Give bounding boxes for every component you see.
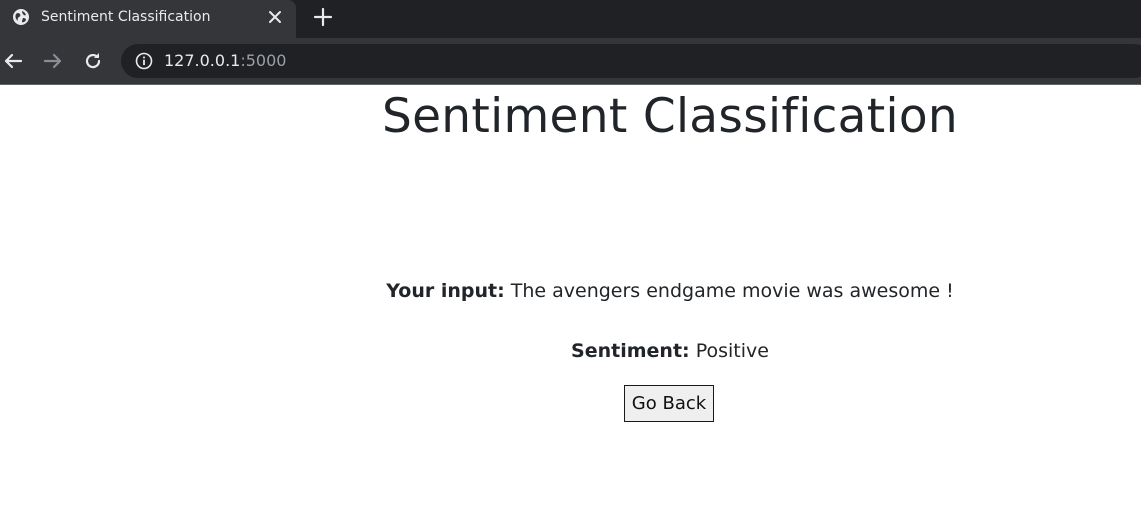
url-host: 127.0.0.1 — [164, 51, 241, 70]
sentiment-value: Positive — [695, 340, 769, 362]
tab-strip: Sentiment Classification — [0, 0, 1141, 38]
browser-tab[interactable]: Sentiment Classification — [0, 0, 296, 38]
sentiment-row: Sentiment: Positive — [0, 339, 1141, 363]
input-label: Your input: — [386, 280, 505, 302]
page-title: Sentiment Classification — [381, 89, 959, 144]
sentiment-label: Sentiment: — [571, 340, 690, 362]
info-icon[interactable] — [135, 52, 153, 70]
input-text: The avengers endgame movie was awesome ! — [510, 280, 954, 302]
browser-window: Sentiment Classification 127.0.0.1:5000 … — [0, 0, 1141, 510]
reload-icon[interactable] — [82, 50, 104, 72]
input-row: Your input: The avengers endgame movie w… — [0, 279, 1141, 303]
page-content: Sentiment Classification Your input: The… — [0, 85, 1141, 510]
globe-icon — [13, 9, 29, 25]
url-port: :5000 — [240, 51, 287, 70]
address-bar[interactable]: 127.0.0.1:5000 — [121, 44, 1141, 78]
go-back-button[interactable]: Go Back — [624, 385, 714, 422]
close-icon[interactable] — [266, 8, 284, 26]
tab-title: Sentiment Classification — [41, 9, 211, 25]
arrow-right-icon[interactable] — [42, 50, 64, 72]
arrow-left-icon[interactable] — [2, 50, 24, 72]
url-text[interactable]: 127.0.0.1:5000 — [164, 51, 286, 71]
plus-icon[interactable] — [312, 6, 334, 28]
browser-toolbar: 127.0.0.1:5000 — [0, 38, 1141, 84]
